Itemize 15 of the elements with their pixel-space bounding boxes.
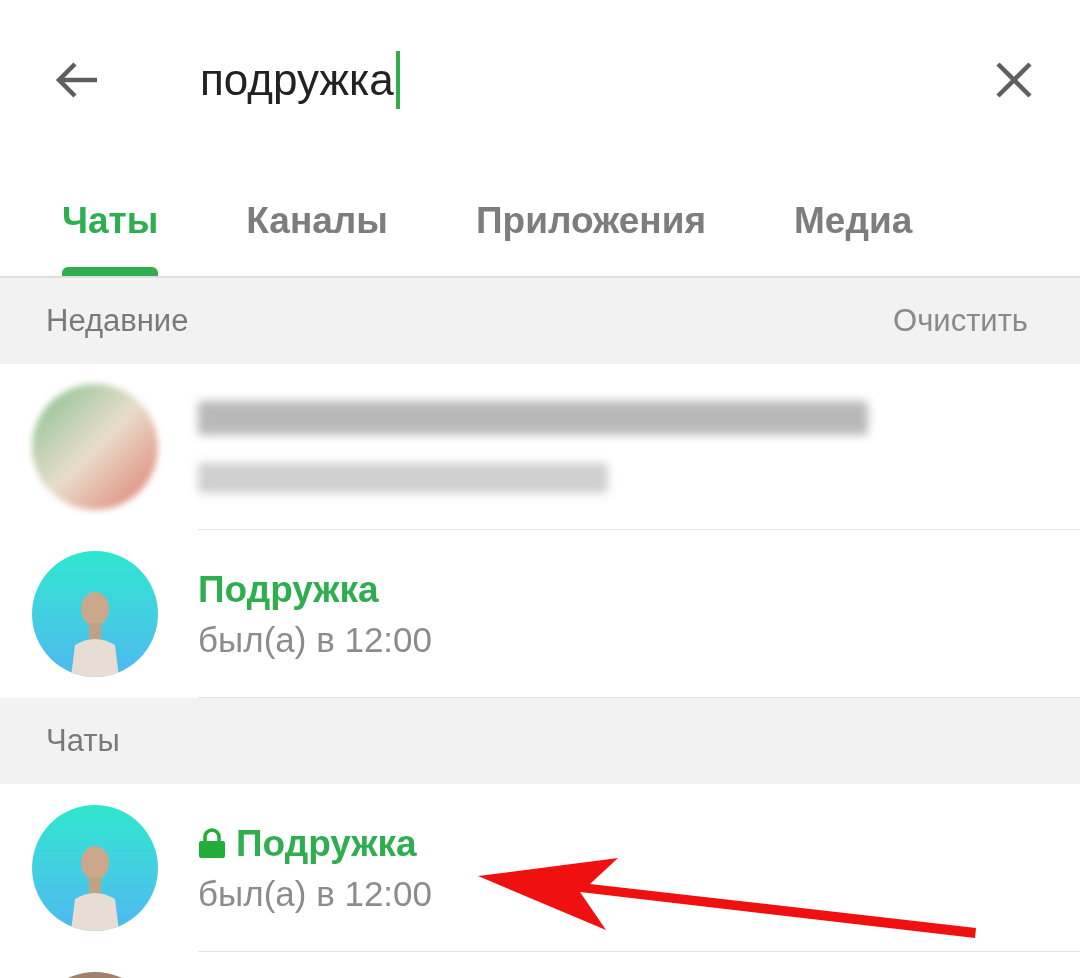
tab[interactable]: Медиа [794, 160, 913, 276]
search-field[interactable]: подружка [200, 51, 992, 109]
chat-name[interactable]: Подружка [198, 570, 379, 608]
section-title: Чаты [46, 721, 120, 760]
clear-button[interactable]: Очистить [893, 297, 1028, 345]
back-arrow-icon [53, 60, 99, 100]
tab[interactable]: Чаты [62, 160, 159, 276]
close-icon [994, 60, 1034, 100]
text-cursor [395, 51, 400, 109]
last-seen-status: был(а) в 12:00 [198, 875, 434, 911]
section-title: Недавние [46, 301, 189, 340]
last-seen-status: был(а) в 12:00 [198, 621, 434, 657]
tab[interactable]: Каналы [246, 160, 388, 276]
chat-name[interactable]: Подружка [236, 824, 417, 862]
tab[interactable]: Приложения [475, 160, 706, 276]
